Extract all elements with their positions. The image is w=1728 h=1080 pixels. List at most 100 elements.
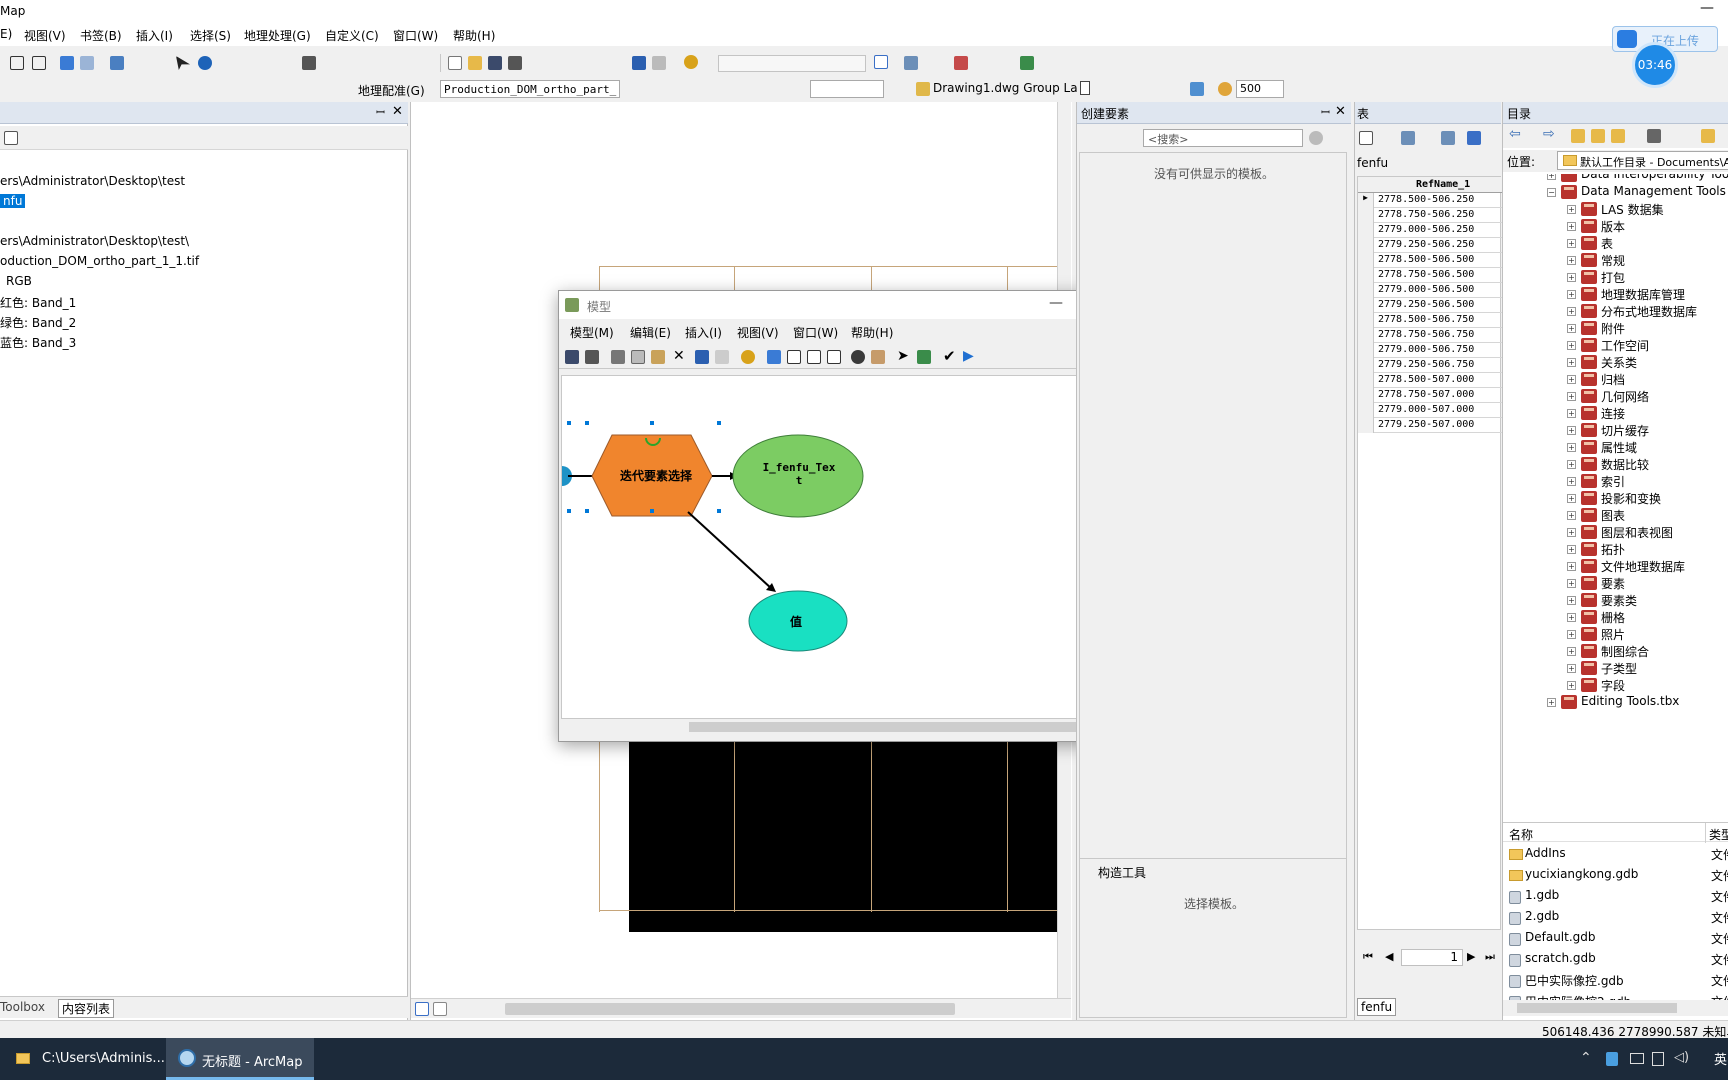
table-row[interactable]: ▶ 2778.500-506.250 — [1358, 193, 1503, 208]
expand-toggle-icon[interactable]: + — [1567, 307, 1576, 316]
select-features-icon[interactable] — [110, 56, 124, 70]
cut-icon[interactable] — [611, 350, 625, 364]
expand-toggle-icon[interactable]: + — [1567, 256, 1576, 265]
georef-layer-select[interactable]: Production_DOM_ortho_part_ — [440, 80, 620, 98]
pin-icon[interactable]: ꟷ — [376, 105, 385, 120]
expand-toggle-icon[interactable]: + — [1567, 494, 1576, 503]
tree-item-toolset[interactable]: 工作空间 — [1601, 337, 1649, 354]
tree-item-editing-tools[interactable]: Editing Tools.tbx — [1581, 694, 1679, 708]
run-icon[interactable]: ▶ — [963, 348, 974, 364]
table-options-icon[interactable] — [1359, 131, 1373, 145]
drawing-layer-dropdown-arrow[interactable] — [1080, 81, 1090, 95]
search-icon[interactable] — [1309, 131, 1323, 145]
column-refname[interactable]: RefName_1 — [1416, 179, 1470, 190]
tree-item-toolset[interactable]: 照片 — [1601, 626, 1625, 643]
paste-icon[interactable] — [651, 350, 665, 364]
catalog-back-icon[interactable]: ⇦ — [1509, 126, 1521, 142]
file-list-item[interactable]: 巴中实际像控.gdb — [1525, 972, 1624, 989]
tree-item-toolset[interactable]: 分布式地理数据库 — [1601, 303, 1697, 320]
expand-toggle-icon[interactable]: + — [1567, 647, 1576, 656]
expand-toggle-icon[interactable]: + — [1567, 630, 1576, 639]
last-record-icon[interactable]: ⏭ — [1485, 950, 1495, 964]
column-type[interactable]: 类型 — [1709, 826, 1728, 843]
row-selector[interactable] — [1358, 418, 1374, 433]
tree-item-toolset[interactable]: 属性域 — [1601, 439, 1637, 456]
tree-item-toolset[interactable]: 关系类 — [1601, 354, 1637, 371]
tree-item-toolset[interactable]: 附件 — [1601, 320, 1625, 337]
menu-item-selection[interactable]: 选择(S) — [190, 27, 231, 44]
tray-shield-icon[interactable] — [1606, 1052, 1618, 1066]
model-menu-help[interactable]: 帮助(H) — [851, 324, 893, 341]
home-icon[interactable] — [1591, 129, 1605, 143]
tree-item-toolset[interactable]: 归档 — [1601, 371, 1625, 388]
tree-item-toolset[interactable]: 字段 — [1601, 677, 1625, 694]
expand-toggle-icon[interactable]: + — [1567, 545, 1576, 554]
full-extent-model-icon[interactable] — [787, 350, 801, 364]
file-list-item[interactable]: 2.gdb — [1525, 909, 1559, 923]
catalog-forward-icon[interactable]: ⇨ — [1543, 126, 1555, 142]
model-minimize-button[interactable]: — — [1049, 295, 1063, 311]
tray-ime-indicator[interactable]: 英 — [1714, 1049, 1727, 1068]
row-selector[interactable] — [1358, 358, 1374, 373]
model-canvas[interactable]: 迭代要素选择 I_fenfu_Tex t 值 — [561, 375, 1155, 719]
tree-item-toolset[interactable]: 版本 — [1601, 218, 1625, 235]
expand-toggle-icon[interactable]: + — [1547, 174, 1556, 180]
drawing-layer-select[interactable]: Drawing1.dwg Group La — [930, 80, 1090, 98]
row-selector[interactable] — [1358, 208, 1374, 223]
layout-view-icon[interactable] — [433, 1002, 447, 1016]
table-row[interactable]: 2778.750-506.750 — [1358, 328, 1503, 343]
expand-toggle-icon[interactable]: + — [1567, 562, 1576, 571]
model-horizontal-scrollbar[interactable] — [561, 719, 1155, 735]
menu-item-geoprocessing[interactable]: 地理处理(G) — [244, 27, 311, 44]
tree-item-data-interoperability[interactable]: Data Interoperability Tools — [1581, 174, 1728, 181]
toc-group-path[interactable]: ers\Administrator\Desktop\test — [0, 174, 185, 188]
expand-toggle-icon[interactable]: + — [1567, 681, 1576, 690]
expand-toggle-icon[interactable]: + — [1567, 477, 1576, 486]
tree-item-toolset[interactable]: 子类型 — [1601, 660, 1637, 677]
list-by-drawing-order-icon[interactable] — [4, 131, 18, 145]
model-add-data-icon[interactable] — [741, 350, 755, 364]
row-selector[interactable] — [1358, 223, 1374, 238]
catalog-horizontal-scrollbar[interactable] — [1503, 1000, 1728, 1016]
tree-item-toolset[interactable]: 地理数据库管理 — [1601, 286, 1685, 303]
expand-toggle-icon[interactable]: + — [1567, 392, 1576, 401]
model-menu-view[interactable]: 视图(V) — [737, 324, 779, 341]
expand-toggle-icon[interactable]: + — [1567, 426, 1576, 435]
table-row[interactable]: 2779.250-506.500 — [1358, 298, 1503, 313]
related-tables-icon[interactable] — [1401, 131, 1415, 145]
row-selector[interactable] — [1358, 328, 1374, 343]
tree-item-toolset[interactable]: 连接 — [1601, 405, 1625, 422]
fixed-zoom-icon[interactable] — [32, 56, 46, 70]
expand-toggle-icon[interactable]: − — [1547, 188, 1556, 197]
table-row[interactable]: 2778.750-506.250 — [1358, 208, 1503, 223]
open-icon[interactable] — [468, 56, 482, 70]
menu-item-help[interactable]: 帮助(H) — [453, 27, 495, 44]
file-list-item[interactable]: 巴中实际像控2.gdb — [1525, 993, 1631, 1000]
tray-chevron-icon[interactable]: ⌃ — [1580, 1050, 1592, 1066]
table-row[interactable]: 2779.250-506.750 — [1358, 358, 1503, 373]
file-list-item[interactable]: 1.gdb — [1525, 888, 1559, 902]
expand-toggle-icon[interactable]: + — [1567, 358, 1576, 367]
row-selector[interactable] — [1358, 238, 1374, 253]
undo-icon[interactable] — [632, 56, 646, 70]
scale-input[interactable]: 500 — [1236, 80, 1284, 98]
print-icon[interactable] — [508, 56, 522, 70]
tree-item-toolset[interactable]: 几何网络 — [1601, 388, 1649, 405]
row-selector[interactable] — [1358, 298, 1374, 313]
table-row[interactable]: 2779.000-507.000 — [1358, 403, 1503, 418]
menu-item-customize[interactable]: 自定义(C) — [325, 27, 379, 44]
expand-toggle-icon[interactable]: + — [1567, 205, 1576, 214]
model-redo-icon[interactable] — [715, 350, 729, 364]
row-selector[interactable] — [1358, 313, 1374, 328]
tree-item-toolset[interactable]: 索引 — [1601, 473, 1625, 490]
taskbar-explorer[interactable]: C:\Users\Adminis... — [0, 1038, 165, 1080]
tree-item-toolset[interactable]: 拓扑 — [1601, 541, 1625, 558]
table-row[interactable]: 2778.500-507.000 — [1358, 373, 1503, 388]
model-save-icon[interactable] — [565, 350, 579, 364]
editor-toolbar-icon[interactable] — [874, 55, 888, 69]
new-folder-icon[interactable] — [1701, 129, 1715, 143]
connect-icon[interactable] — [917, 350, 931, 364]
menu-item-windows[interactable]: 窗口(W) — [393, 27, 438, 44]
zoom-out-model-icon[interactable] — [827, 350, 841, 364]
menu-item-bookmarks[interactable]: 书签(B) — [80, 27, 122, 44]
